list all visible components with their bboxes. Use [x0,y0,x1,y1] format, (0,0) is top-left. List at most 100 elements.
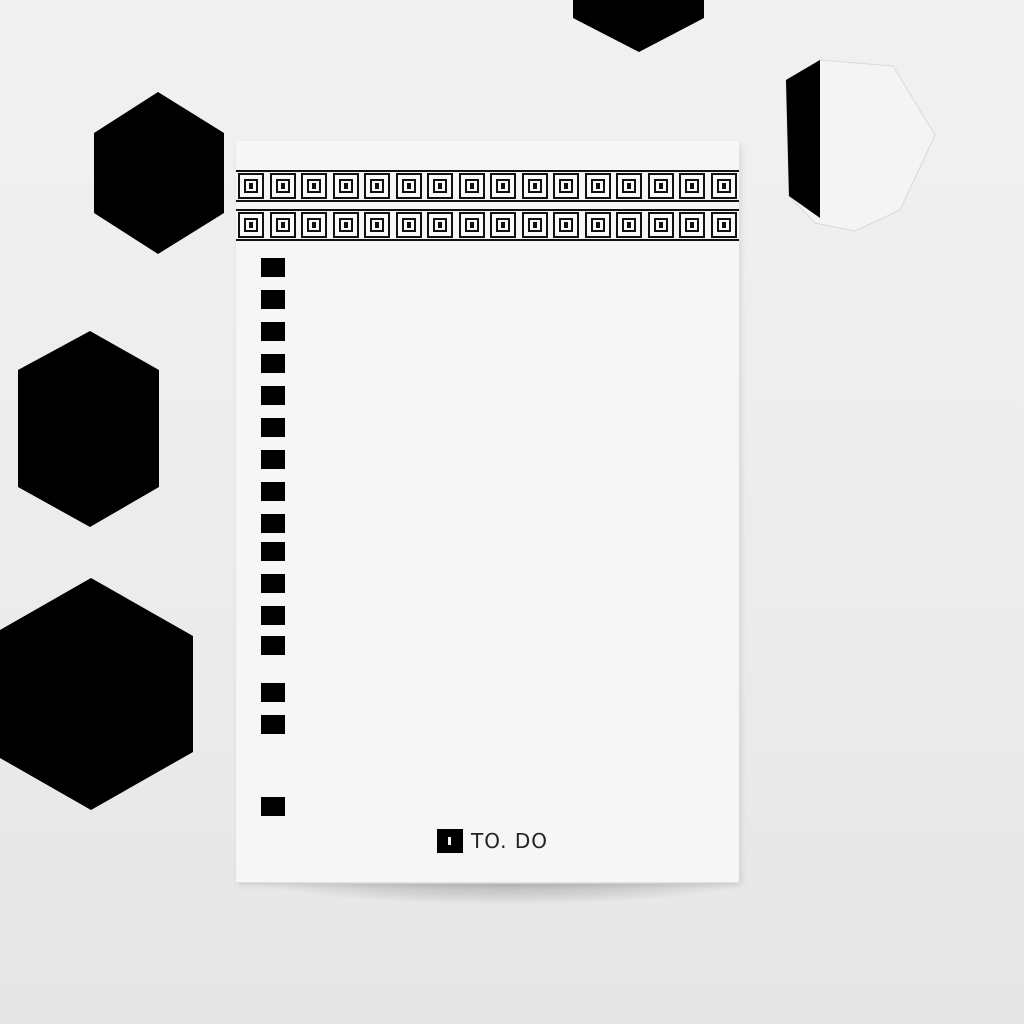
pattern-glyph-core [564,222,569,228]
pattern-glyph-inner [716,218,731,232]
pattern-glyph [616,173,643,199]
pattern-border-bottom [236,209,739,241]
hexagon-upper-left [94,92,224,254]
checkbox-square[interactable] [261,636,285,655]
checkbox-square[interactable] [261,683,285,702]
pattern-glyph [238,173,264,199]
pattern-glyph-core [375,222,380,228]
pattern-glyph-core [532,222,537,228]
pattern-glyph [332,173,359,199]
pattern-glyph [238,212,264,238]
pattern-glyph [710,212,737,238]
pattern-glyph-inner [307,179,322,193]
pattern-glyph-core [249,222,253,228]
pattern-glyph [301,173,328,199]
pattern-glyph-core [343,183,348,189]
pattern-glyph-core [406,183,411,189]
pattern-glyph-inner [338,218,353,232]
pattern-glyph [679,212,706,238]
pattern-glyph-inner [464,218,479,232]
pattern-glyph [427,212,454,238]
checkbox-square[interactable] [261,542,285,561]
pattern-glyph-core [469,222,474,228]
pattern-glyph-inner [401,179,416,193]
checkbox-square[interactable] [261,797,285,816]
footer-label: TO. DO [471,829,549,853]
pattern-glyph-core [721,222,726,228]
pattern-glyph-core [721,183,726,189]
pattern-glyph-core [690,222,695,228]
checkbox-square[interactable] [261,715,285,734]
notepad-footer: TO. DO [437,828,548,854]
pattern-glyph-inner [590,179,605,193]
pattern-glyph [427,173,454,199]
pattern-glyph [395,173,422,199]
checkbox-square[interactable] [261,574,285,593]
pattern-glyph-core [438,183,443,189]
pattern-glyph [332,212,359,238]
checkbox-square[interactable] [261,450,285,469]
pattern-glyph [395,212,422,238]
checkbox-square[interactable] [261,354,285,373]
pattern-glyph [647,173,674,199]
pattern-glyph [364,173,391,199]
pattern-glyph-inner [275,218,290,232]
pattern-glyph-core [406,222,411,228]
pattern-glyph-inner [338,179,353,193]
pattern-glyph-inner [496,218,511,232]
pattern-glyph-core [532,183,537,189]
pattern-glyph-core [280,183,285,189]
pattern-glyph-core [375,183,380,189]
pattern-glyph-inner [685,179,700,193]
pattern-glyph [521,212,548,238]
pattern-glyph-core [469,183,474,189]
pattern-border-top [236,170,739,202]
pattern-glyph-inner [401,218,416,232]
checkbox-square[interactable] [261,514,285,533]
pattern-glyph-inner [622,218,637,232]
pattern-glyph-inner [370,179,385,193]
pattern-glyph [269,173,296,199]
pattern-glyph [521,173,548,199]
pattern-glyph [553,212,580,238]
pattern-glyph-inner [653,218,668,232]
checkbox-square[interactable] [261,290,285,309]
pattern-glyph-inner [244,179,258,193]
checkbox-square[interactable] [261,418,285,437]
checkbox-square[interactable] [261,482,285,501]
pattern-glyph-inner [527,179,542,193]
pattern-glyph-inner [559,218,574,232]
pattern-glyph-inner [527,218,542,232]
pattern-glyph-inner [496,179,511,193]
pattern-glyph-core [627,183,632,189]
pattern-glyph-core [343,222,348,228]
pattern-glyph-inner [590,218,605,232]
checkbox-square[interactable] [261,606,285,625]
checkbox-square[interactable] [261,258,285,277]
pattern-glyph-inner [622,179,637,193]
pattern-glyph-core [312,222,317,228]
pattern-glyph-core [249,183,253,189]
pattern-glyph-core [280,222,285,228]
pattern-glyph-core [690,183,695,189]
pattern-glyph-inner [685,218,700,232]
pattern-glyph [647,212,674,238]
pattern-glyph-inner [464,179,479,193]
pattern-glyph-inner [244,218,258,232]
pattern-glyph [584,173,611,199]
black-square-icon [437,829,463,853]
pattern-glyph-core [627,222,632,228]
pattern-glyph [490,212,517,238]
pattern-glyph-core [438,222,443,228]
pattern-glyph-core [564,183,569,189]
pattern-glyph-inner [307,218,322,232]
pattern-glyph-inner [370,218,385,232]
pattern-glyph-inner [275,179,290,193]
checkbox-square[interactable] [261,322,285,341]
checkbox-square[interactable] [261,386,285,405]
pattern-glyph-inner [559,179,574,193]
pattern-glyph [553,173,580,199]
pattern-glyph [269,212,296,238]
pattern-glyph-core [595,222,600,228]
hexagon-half-right [786,60,820,218]
